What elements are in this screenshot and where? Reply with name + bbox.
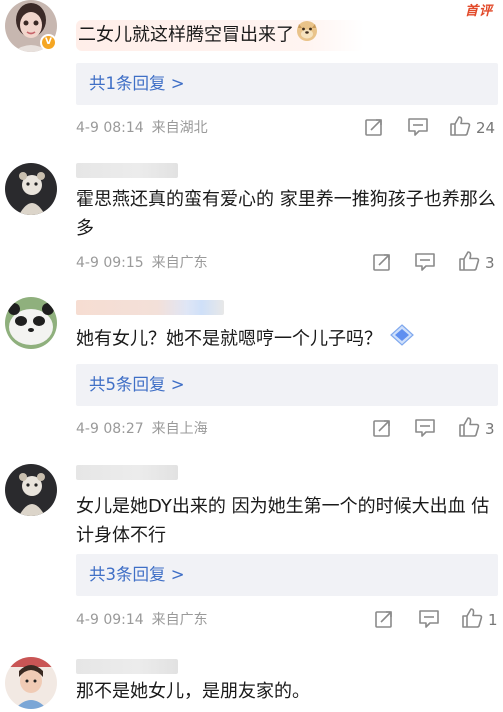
diamond-badge-icon xyxy=(390,324,414,355)
avatar[interactable] xyxy=(5,297,57,349)
share-icon[interactable] xyxy=(364,117,384,139)
comment-icon[interactable] xyxy=(418,609,440,631)
comment-date: 4-9 08:14 xyxy=(76,120,144,136)
comment-meta: 4-9 09:15 来自广东 xyxy=(76,253,216,273)
comment-text: 二女儿就这样腾空冒出来了 xyxy=(76,20,496,51)
comment-text: 她有女儿？她不是就嗯哼一个儿子吗？ xyxy=(76,324,496,355)
comment-icon[interactable] xyxy=(407,117,429,139)
comment-meta: 4-9 08:14 来自湖北 xyxy=(76,118,216,138)
like-icon[interactable] xyxy=(458,250,480,272)
comment-meta: 4-9 08:27 来自上海 xyxy=(76,419,216,439)
comment-location: 来自广东 xyxy=(151,255,208,271)
username-blurred[interactable] xyxy=(76,465,178,480)
doge-emoji xyxy=(296,20,318,51)
comment-text: 霍思燕还真的蛮有爱心的 家里养一推狗孩子也养那么多 xyxy=(76,189,496,239)
avatar[interactable] xyxy=(5,464,57,516)
comment-meta: 4-9 09:14 来自广东 xyxy=(76,610,216,630)
comment-text: 那不是她女儿，是朋友家的。 xyxy=(76,681,310,702)
like-icon[interactable] xyxy=(461,607,483,629)
comment-location: 来自上海 xyxy=(151,421,208,437)
avatar[interactable] xyxy=(5,657,57,709)
share-icon[interactable] xyxy=(372,252,392,274)
like-count: 3 xyxy=(485,420,495,438)
like-count: 1 xyxy=(488,611,498,629)
username-blurred[interactable] xyxy=(76,300,224,315)
comment-location: 来自广东 xyxy=(151,612,208,628)
share-icon[interactable] xyxy=(372,418,392,440)
like-count: 24 xyxy=(476,119,496,137)
avatar[interactable] xyxy=(5,163,57,215)
like-count: 3 xyxy=(485,254,495,272)
reply-count-link[interactable]: 共3条回复 > xyxy=(76,554,498,596)
like-icon[interactable] xyxy=(449,115,471,137)
comment-icon[interactable] xyxy=(414,418,436,440)
comment-date: 4-9 09:15 xyxy=(76,255,144,271)
username-blurred[interactable] xyxy=(76,659,178,674)
verified-badge: V xyxy=(40,34,57,51)
comment-location: 来自湖北 xyxy=(151,120,208,136)
comment-text: 女儿是她DY出来的 因为她生第一个的时候大出血 估计身体不行 xyxy=(76,496,490,546)
comment-date: 4-9 09:14 xyxy=(76,612,144,628)
comment-body: 二女儿就这样腾空冒出来了 xyxy=(78,24,294,46)
comment-icon[interactable] xyxy=(414,252,436,274)
reply-count-link[interactable]: 共5条回复 > xyxy=(76,364,498,406)
reply-count-link[interactable]: 共1条回复 > xyxy=(76,63,498,105)
comment-date: 4-9 08:27 xyxy=(76,421,144,437)
comment-body: 她有女儿？她不是就嗯哼一个儿子吗？ xyxy=(76,328,382,350)
first-comment-tag: 首评 xyxy=(464,4,493,19)
like-icon[interactable] xyxy=(458,416,480,438)
share-icon[interactable] xyxy=(374,609,394,631)
username-blurred[interactable] xyxy=(76,163,178,178)
